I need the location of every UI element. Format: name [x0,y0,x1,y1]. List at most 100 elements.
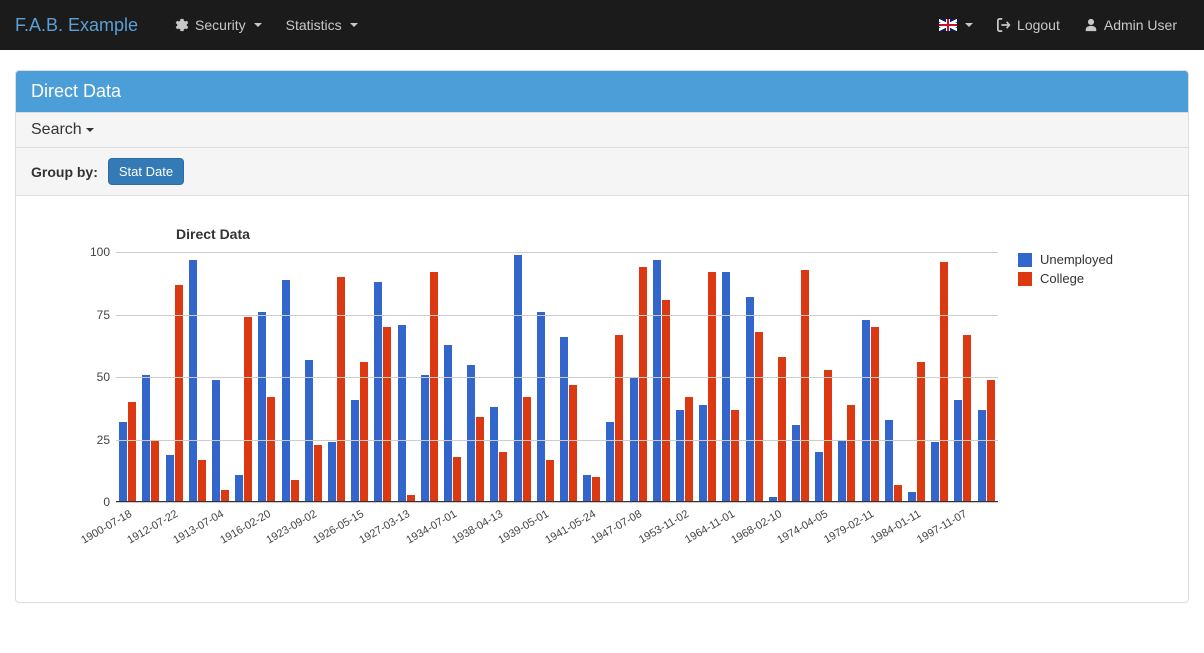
bar-college[interactable] [546,460,554,503]
bar-unemployed[interactable] [212,380,220,503]
bar-college[interactable] [151,440,159,503]
bar-unemployed[interactable] [699,405,707,503]
bar-unemployed[interactable] [328,442,336,502]
nav-user[interactable]: Admin User [1072,2,1189,48]
bar-college[interactable] [615,335,623,503]
bar-college[interactable] [337,277,345,502]
bar-unemployed[interactable] [838,440,846,503]
bar-unemployed[interactable] [166,455,174,503]
bar-college[interactable] [755,332,763,502]
legend-item-college: College [1018,271,1148,286]
chart-area: Direct Data 0255075100 1900-07-181912-07… [16,196,1188,602]
bar-unemployed[interactable] [305,360,313,503]
bar-unemployed[interactable] [931,442,939,502]
bar-unemployed[interactable] [421,375,429,503]
x-tick-label: 1900-07-18 [79,508,134,547]
bar-college[interactable] [662,300,670,503]
x-tick-label: 1926-05-15 [311,508,366,547]
nav-language[interactable] [927,4,985,46]
bar-unemployed[interactable] [258,312,266,502]
bar-unemployed[interactable] [351,400,359,503]
bar-college[interactable] [940,262,948,502]
bar-college[interactable] [523,397,531,502]
bar-college[interactable] [291,480,299,503]
x-tick-label: 1964-11-01 [683,508,737,546]
bar-unemployed[interactable] [560,337,568,502]
bar-unemployed[interactable] [537,312,545,502]
bar-college[interactable] [871,327,879,502]
bar-unemployed[interactable] [978,410,986,503]
bar-college[interactable] [731,410,739,503]
bar-college[interactable] [128,402,136,502]
bar-unemployed[interactable] [954,400,962,503]
bar-college[interactable] [244,317,252,502]
bar-college[interactable] [847,405,855,503]
legend-swatch-college [1018,272,1032,286]
brand-link[interactable]: F.A.B. Example [15,15,153,36]
bar-unemployed[interactable] [444,345,452,503]
bar-college[interactable] [198,460,206,503]
plot-area: 0255075100 [116,252,998,502]
bar-college[interactable] [708,272,716,502]
y-tick-label: 0 [76,495,110,509]
group-by-label: Group by: [31,164,98,180]
bar-unemployed[interactable] [746,297,754,502]
bar-college[interactable] [639,267,647,502]
nav-security-label: Security [195,17,246,33]
y-tick-label: 75 [76,308,110,322]
bar-college[interactable] [267,397,275,502]
bar-college[interactable] [685,397,693,502]
bar-unemployed[interactable] [722,272,730,502]
bar-unemployed[interactable] [490,407,498,502]
bar-college[interactable] [824,370,832,503]
bar-college[interactable] [801,270,809,503]
bar-unemployed[interactable] [676,410,684,503]
bar-college[interactable] [963,335,971,503]
bar-unemployed[interactable] [792,425,800,503]
bar-unemployed[interactable] [398,325,406,503]
search-toggle[interactable]: Search [16,112,1188,148]
bar-unemployed[interactable] [606,422,614,502]
bar-college[interactable] [175,285,183,503]
bar-unemployed[interactable] [467,365,475,503]
nav-security[interactable]: Security [163,2,274,48]
grid-line [116,440,998,441]
x-tick-label: 1997-11-07 [915,508,969,546]
bar-college[interactable] [894,485,902,503]
chevron-down-icon [965,23,973,27]
bar-unemployed[interactable] [862,320,870,503]
x-tick-label: 1939-05-01 [497,508,552,547]
bar-college[interactable] [778,357,786,502]
bar-college[interactable] [430,272,438,502]
bar-college[interactable] [476,417,484,502]
bar-unemployed[interactable] [119,422,127,502]
nav-statistics[interactable]: Statistics [274,2,370,48]
bar-unemployed[interactable] [885,420,893,503]
bar-unemployed[interactable] [142,375,150,503]
legend-swatch-unemployed [1018,253,1032,267]
bar-college[interactable] [987,380,995,503]
bar-unemployed[interactable] [235,475,243,503]
x-tick-label: 1923-09-02 [265,508,320,547]
x-tick-label: 1912-07-22 [125,508,180,547]
bar-unemployed[interactable] [282,280,290,503]
bar-college[interactable] [453,457,461,502]
bar-college[interactable] [314,445,322,503]
bar-unemployed[interactable] [583,475,591,503]
bar-college[interactable] [917,362,925,502]
group-by-statdate-button[interactable]: Stat Date [108,158,184,185]
gear-icon [175,18,189,32]
bar-unemployed[interactable] [653,260,661,503]
bar-college[interactable] [360,362,368,502]
bar-unemployed[interactable] [514,255,522,503]
bar-college[interactable] [569,385,577,503]
nav-user-label: Admin User [1104,17,1177,33]
bar-college[interactable] [592,477,600,502]
x-tick-label: 1934-07-01 [404,508,459,547]
bar-unemployed[interactable] [189,260,197,503]
user-icon [1084,18,1098,32]
bar-college[interactable] [499,452,507,502]
bar-unemployed[interactable] [815,452,823,502]
bar-college[interactable] [383,327,391,502]
nav-logout[interactable]: Logout [985,2,1072,48]
